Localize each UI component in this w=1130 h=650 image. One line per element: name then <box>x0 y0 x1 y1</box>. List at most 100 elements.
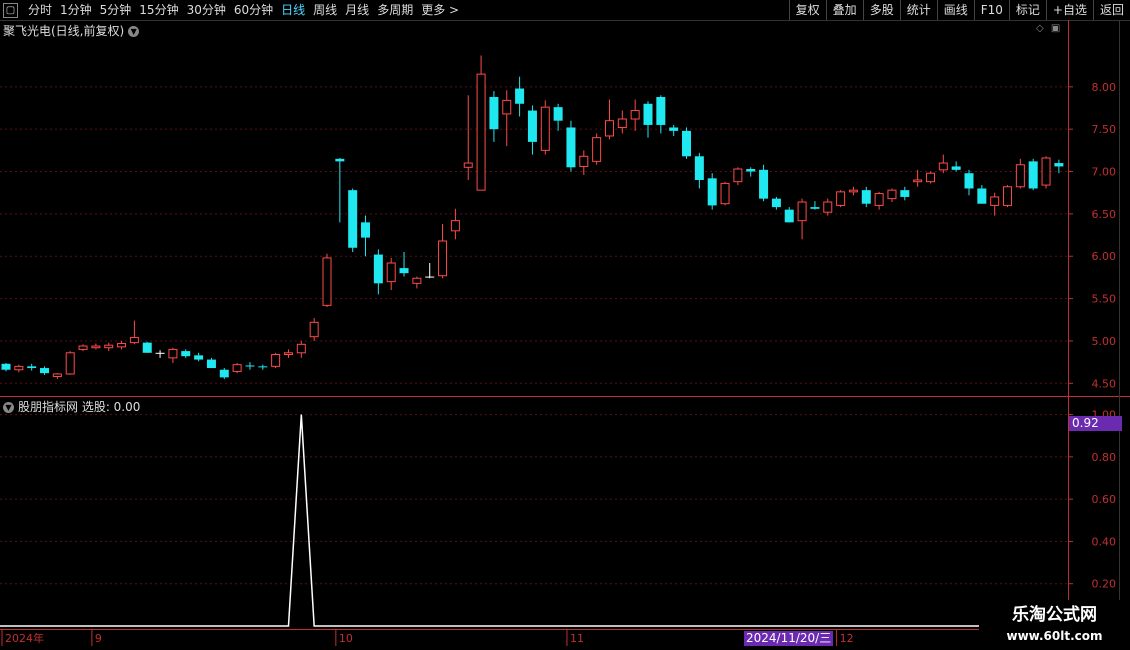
indicator-value-badge: 0.92 <box>1069 416 1122 431</box>
candle-body <box>823 201 833 213</box>
candle-body <box>694 156 704 180</box>
candle-body <box>1041 157 1051 186</box>
x-tick-label: 10 <box>339 632 353 645</box>
candle-body <box>707 178 717 206</box>
candle-body <box>322 257 332 306</box>
candle-body <box>271 353 281 367</box>
watermark-title: 乐淘公式网 <box>1012 605 1097 625</box>
candle-body <box>40 368 50 374</box>
candle-body <box>643 103 653 125</box>
candle-body <box>296 343 306 354</box>
candle-body <box>925 172 935 183</box>
candle-body <box>78 345 88 350</box>
candle-body <box>65 352 75 375</box>
candle-body <box>990 196 1000 206</box>
x-tick-label: 11 <box>570 632 584 645</box>
candle-body <box>617 118 627 128</box>
y-tick-label: 0.80 <box>1092 451 1117 464</box>
candle-body <box>412 277 422 284</box>
kline-chart[interactable]: 4.50 5.00 5.50 6.00 6.50 7.00 7.50 8.00 0.20 0.40… <box>0 0 1130 650</box>
candle-body <box>848 189 858 193</box>
candle-body <box>232 364 242 372</box>
y-tick-label: 0.20 <box>1092 578 1117 591</box>
y-tick-label: 6.50 <box>1092 208 1117 221</box>
candle-body <box>951 166 961 170</box>
candle-body <box>373 254 383 284</box>
candle-body <box>206 359 216 369</box>
candle-body <box>463 162 473 168</box>
candle-body <box>283 352 293 355</box>
candle-body <box>887 189 897 200</box>
candle-body <box>784 209 794 223</box>
candle-body <box>142 342 152 353</box>
candle-body <box>425 276 435 278</box>
y-tick-label: 5.50 <box>1092 293 1117 306</box>
x-tick-label: 2024年 <box>5 631 44 645</box>
candle-body <box>1003 186 1013 206</box>
y-tick-label: 0.40 <box>1092 535 1117 548</box>
candle-body <box>553 107 563 121</box>
candle-body <box>309 321 319 338</box>
candle-body <box>913 179 923 183</box>
candle-body <box>515 88 525 104</box>
candle-body <box>1054 163 1064 167</box>
candle-body <box>399 268 409 274</box>
y-tick-label: 8.00 <box>1092 81 1117 94</box>
candle-body <box>194 355 204 360</box>
indicator-line <box>0 414 1068 627</box>
candle-body <box>938 162 948 171</box>
candle-body <box>489 96 499 130</box>
x-tick-label: 12 <box>840 632 854 645</box>
candle-body <box>129 337 139 344</box>
candle-body <box>977 188 987 204</box>
candle-body <box>771 198 781 208</box>
candle-body <box>797 201 807 222</box>
candle-body <box>1028 161 1038 189</box>
candle-body <box>476 73 486 191</box>
candle-body <box>91 345 101 349</box>
y-tick-label: 0.60 <box>1092 493 1117 506</box>
candle-body <box>682 130 692 157</box>
candle-body <box>386 262 396 283</box>
candle-body <box>720 182 730 205</box>
y-tick-label: 7.00 <box>1092 166 1117 179</box>
candle-body <box>450 220 460 232</box>
candle-body <box>502 99 512 115</box>
cursor-date-badge: 2024/11/20/三 <box>744 631 834 646</box>
y-tick-label: 4.50 <box>1092 377 1117 390</box>
candle-body <box>579 155 589 167</box>
candle-body <box>810 207 820 209</box>
candle-body <box>656 96 666 125</box>
candle-body <box>52 373 62 378</box>
y-tick-label: 7.50 <box>1092 123 1117 136</box>
candle-body <box>14 365 24 371</box>
candle-body <box>181 351 191 357</box>
candle-body <box>245 365 255 367</box>
candle-body <box>874 193 884 206</box>
candle-body <box>1 363 11 370</box>
candle-body <box>219 369 229 378</box>
candle-body <box>604 120 614 137</box>
candle-body <box>733 168 743 183</box>
candle-body <box>361 222 371 238</box>
watermark: 乐淘公式网 www.60lt.com <box>979 600 1130 650</box>
candle-body <box>1015 164 1025 188</box>
candle-body <box>258 366 268 368</box>
candle-body <box>168 348 178 359</box>
candle-body <box>669 127 679 131</box>
candle-body <box>759 169 769 199</box>
candle-body <box>630 110 640 120</box>
candle-body <box>861 190 871 204</box>
candle-body <box>540 106 550 151</box>
y-tick-label: 5.00 <box>1092 335 1117 348</box>
candle-body <box>527 110 537 142</box>
candle-body <box>117 342 127 348</box>
candle-body <box>438 240 448 277</box>
watermark-url: www.60lt.com <box>1006 629 1103 643</box>
candle-body <box>348 190 358 248</box>
candle-body <box>104 344 114 349</box>
x-tick-label: 9 <box>95 632 102 645</box>
candle-body <box>566 127 576 168</box>
y-tick-label: 6.00 <box>1092 250 1117 263</box>
candle-body <box>592 137 602 162</box>
